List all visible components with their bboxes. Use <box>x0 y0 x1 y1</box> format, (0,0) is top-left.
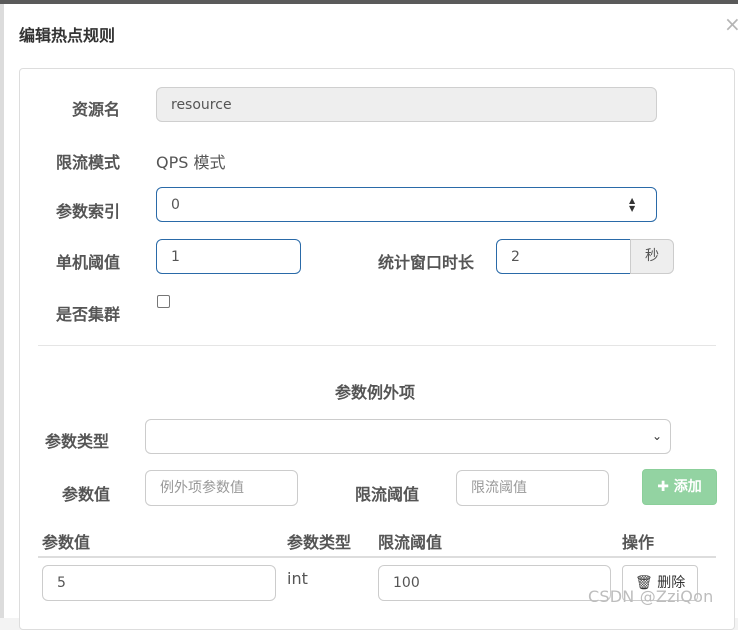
window-label: 统计窗口时长 <box>378 253 475 272</box>
threshold-label: 单机阈值 <box>56 253 121 272</box>
param-index-label: 参数索引 <box>56 202 121 221</box>
threshold-input[interactable] <box>156 239 301 274</box>
close-icon[interactable]: × <box>724 12 738 36</box>
plus-icon: ✚ <box>657 479 669 495</box>
param-type-label: 参数类型 <box>45 432 110 451</box>
param-index-input[interactable] <box>156 187 657 222</box>
limit-input[interactable] <box>456 470 609 506</box>
row-param-type: int <box>287 569 308 588</box>
window-input[interactable] <box>496 239 631 274</box>
limit-label: 限流阈值 <box>355 485 420 504</box>
chevron-down-icon: ⌄ <box>652 429 663 443</box>
resource-input[interactable] <box>156 87 657 122</box>
table-header-action: 操作 <box>622 533 655 552</box>
mode-label: 限流模式 <box>56 153 121 172</box>
table-header-param-type: 参数类型 <box>287 533 352 552</box>
dialog-title: 编辑热点规则 <box>19 26 116 45</box>
cluster-label: 是否集群 <box>56 305 121 324</box>
edit-hotspot-rule-dialog: 编辑热点规则 × 资源名 限流模式 QPS 模式 参数索引 ▲▼ 单机阈值 统计… <box>4 4 738 630</box>
param-value-input[interactable] <box>145 470 298 506</box>
exceptions-title: 参数例外项 <box>335 383 416 402</box>
table-header-limit: 限流阈值 <box>378 533 443 552</box>
cluster-checkbox[interactable] <box>157 295 170 308</box>
window-unit-addon: 秒 <box>630 239 674 274</box>
resource-label: 资源名 <box>72 100 121 119</box>
add-button[interactable]: ✚ 添加 <box>642 469 717 505</box>
table-header-param-value: 参数值 <box>42 533 91 552</box>
watermark: CSDN @ZziQon <box>588 587 714 606</box>
row-param-value-input[interactable] <box>42 565 276 601</box>
row-limit-input[interactable] <box>378 565 611 601</box>
rule-form-panel: 资源名 限流模式 QPS 模式 参数索引 ▲▼ 单机阈值 统计窗口时长 秒 是否… <box>19 68 735 630</box>
table-header-divider <box>38 556 716 558</box>
param-type-select[interactable]: ⌄ <box>145 419 671 454</box>
section-divider <box>38 345 716 346</box>
stepper-icon[interactable]: ▲ ▼ <box>629 197 635 213</box>
param-value-label: 参数值 <box>62 485 111 504</box>
mode-value: QPS 模式 <box>156 153 226 172</box>
add-button-label: 添加 <box>673 479 702 495</box>
